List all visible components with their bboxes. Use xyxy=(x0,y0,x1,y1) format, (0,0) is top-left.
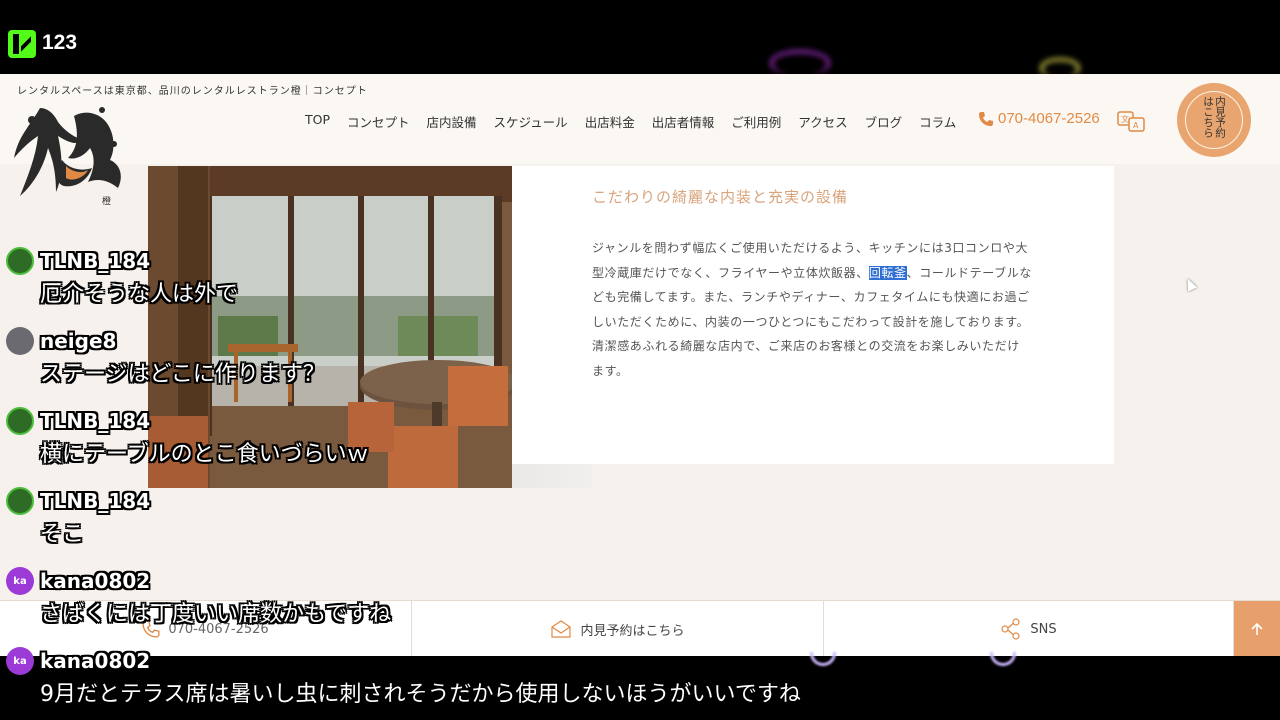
viewer-count: 123 xyxy=(42,31,78,54)
back-to-top-button[interactable] xyxy=(1234,601,1280,656)
nav-item-access[interactable]: アクセス xyxy=(798,112,847,131)
mouse-cursor-icon xyxy=(1182,276,1198,292)
arrow-up-icon xyxy=(1251,622,1263,635)
header-phone-number: 070-4067-2526 xyxy=(998,110,1100,127)
user-avatar xyxy=(6,407,34,435)
chat-message: ka kana0802 9月だとテラス席は暑いし虫に刺されそうだから使用しないほ… xyxy=(6,646,801,708)
chat-message: TLNB_184 そこ xyxy=(6,486,150,548)
chat-message: TLNB_184 厄介そうな人は外で xyxy=(6,246,238,308)
section-body: ジャンルを問わず幅広くご使用いただけるよう、キッチンには3口コンロや大型冷蔵庫だ… xyxy=(592,236,1032,383)
reserve-visit-button[interactable]: 内見予約はこちら xyxy=(1177,83,1251,157)
chat-text: そこ xyxy=(40,522,85,547)
mail-icon xyxy=(551,620,572,638)
nav-item-top[interactable]: TOP xyxy=(305,112,330,131)
site-tagline: レンタルスペースは東京都、品川のレンタルレストラン橙｜コンセプト xyxy=(17,86,368,97)
chat-username: TLNB_184 xyxy=(40,489,151,513)
stream-frame: 123 レンタルスペースは東京都、品川のレンタルレストラン橙｜コンセプト 橙 T… xyxy=(0,0,1280,720)
nav-item-vendors[interactable]: 出店者情報 xyxy=(652,112,715,131)
nav-item-blog[interactable]: ブログ xyxy=(865,112,903,131)
chat-message: neige8 ステージはどこに作ります？ xyxy=(6,326,325,388)
translate-icon[interactable]: 文 A xyxy=(1117,110,1147,134)
chat-username: kana0802 xyxy=(40,649,151,673)
header-phone-link[interactable]: 070-4067-2526 xyxy=(978,110,1100,127)
chat-text: さばくには丁度いい席数かもですね xyxy=(40,602,392,627)
nav-item-column[interactable]: コラム xyxy=(919,112,956,131)
chat-text: ステージはどこに作ります？ xyxy=(40,362,325,387)
svg-text:文: 文 xyxy=(1121,114,1129,124)
chat-message: TLNB_184 横にテーブルのとこ食いづらいｗ xyxy=(6,406,369,468)
section-title: こだわりの綺麗な内装と充実の設備 xyxy=(592,188,849,206)
site-header: レンタルスペースは東京都、品川のレンタルレストラン橙｜コンセプト 橙 TOP コ… xyxy=(0,74,1280,207)
share-icon xyxy=(1001,618,1020,640)
footer-reserve-label: 内見予約はこちら xyxy=(580,623,685,639)
chat-username: kana0802 xyxy=(40,569,151,593)
chat-text: 横にテーブルのとこ食いづらいｗ xyxy=(40,442,369,467)
phone-icon xyxy=(979,111,993,126)
footer-sns-label: SNS xyxy=(1030,621,1057,637)
svg-text:橙: 橙 xyxy=(102,195,111,207)
chat-username: TLNB_184 xyxy=(40,249,151,273)
nav-item-concept[interactable]: コンセプト xyxy=(347,112,410,131)
chat-text: 厄介そうな人は外で xyxy=(40,282,239,307)
user-avatar xyxy=(6,487,34,515)
nav-item-equipment[interactable]: 店内設備 xyxy=(427,112,477,131)
chat-username: neige8 xyxy=(40,329,117,353)
nav-item-examples[interactable]: ご利用例 xyxy=(731,112,781,131)
user-avatar: ka xyxy=(6,567,34,595)
chat-text: 9月だとテラス席は暑いし虫に刺されそうだから使用しないほうがいいですね xyxy=(40,682,801,707)
kick-logo-icon xyxy=(8,30,36,58)
chat-username: TLNB_184 xyxy=(40,409,151,433)
user-avatar xyxy=(6,327,34,355)
user-avatar: ka xyxy=(6,647,34,675)
svg-text:A: A xyxy=(1133,121,1139,130)
selected-text: 回転釜 xyxy=(868,265,907,280)
main-nav: TOP コンセプト 店内設備 スケジュール 出店料金 出店者情報 ご利用例 アク… xyxy=(305,112,973,131)
nav-item-schedule[interactable]: スケジュール xyxy=(494,112,568,131)
neon-sign-decoration xyxy=(770,50,830,76)
nav-item-fees[interactable]: 出店料金 xyxy=(585,112,635,131)
chat-message: ka kana0802 さばくには丁度いい席数かもですね xyxy=(6,566,391,628)
body-text-end: 、コールドテーブルなども完備してます。また、ランチやディナー、カフェタイムにも快… xyxy=(592,265,1032,378)
reserve-visit-label: 内見予約はこちら xyxy=(1202,96,1226,138)
stream-top-bar: 123 xyxy=(0,0,1280,78)
site-logo[interactable]: 橙 xyxy=(10,96,125,208)
footer-sns-button[interactable]: SNS xyxy=(824,601,1234,656)
user-avatar xyxy=(6,247,34,275)
concept-section: こだわりの綺麗な内装と充実の設備 ジャンルを問わず幅広くご使用いただけるよう、キ… xyxy=(512,166,1114,464)
